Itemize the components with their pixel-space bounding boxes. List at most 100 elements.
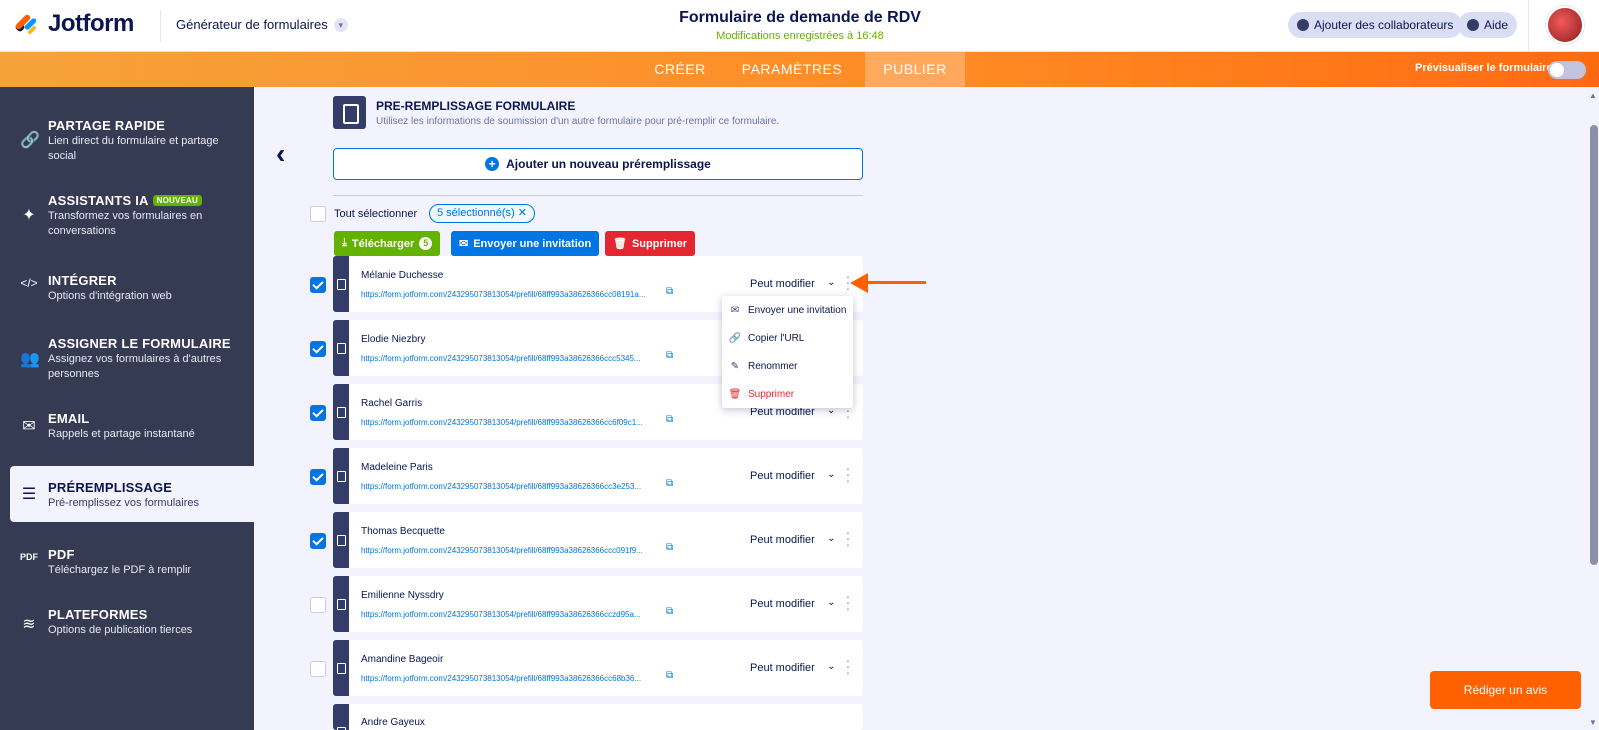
external-link-icon[interactable]: ⧉: [666, 414, 673, 425]
preview-label: Prévisualiser le formulaire: [1415, 62, 1553, 74]
sidebar-item-desc: Transformez vos formulaires en conversat…: [48, 210, 203, 237]
menu-item-copy-url[interactable]: 🔗 Copier l'URL: [722, 327, 853, 349]
pdf-icon: PDF: [20, 552, 38, 562]
prefill-name[interactable]: Rachel Garris: [361, 398, 422, 409]
prefill-name[interactable]: Thomas Becquette: [361, 526, 445, 537]
arrow-annotation: [866, 281, 926, 284]
builder-dropdown[interactable]: Générateur de formulaires ▾: [176, 17, 348, 32]
prefill-doc-icon: [333, 576, 349, 632]
prefill-name[interactable]: Elodie Niezbry: [361, 334, 425, 345]
user-icon: [1297, 19, 1309, 31]
row-checkbox[interactable]: [310, 341, 326, 357]
close-icon[interactable]: ✕: [518, 207, 527, 219]
prefill-url[interactable]: https://form.jotform.com/243295073813054…: [361, 290, 661, 299]
sidebar-item-embed[interactable]: </> INTÉGRER Options d'intégration web: [0, 262, 254, 312]
chevron-down-icon[interactable]: ⌄: [827, 597, 835, 608]
row-checkbox[interactable]: [310, 277, 326, 293]
mail-icon: ✉: [730, 304, 740, 316]
prefill-name[interactable]: Madeleine Paris: [361, 462, 433, 473]
prefill-url[interactable]: https://form.jotform.com/243295073813054…: [361, 610, 661, 619]
menu-item-rename[interactable]: ✎ Renommer: [722, 355, 853, 377]
menu-item-delete[interactable]: 🗑 Supprimer: [722, 383, 853, 405]
back-chevron-icon[interactable]: ‹: [276, 138, 285, 170]
prefill-doc-icon: [333, 448, 349, 504]
sidebar-item-quick-share[interactable]: 🔗 PARTAGE RAPIDE Lien direct du formulai…: [0, 108, 254, 168]
prefill-doc-icon: [333, 384, 349, 440]
top-header: Jotform Générateur de formulaires ▾ Form…: [0, 0, 1599, 52]
permission-dropdown[interactable]: Peut modifier: [750, 278, 815, 290]
sidebar-item-assign-form[interactable]: 👥 ASSIGNER LE FORMULAIRE Assignez vos fo…: [0, 325, 254, 385]
link-icon: 🔗: [728, 332, 742, 344]
chevron-down-icon[interactable]: ⌄: [827, 533, 835, 544]
more-options-icon[interactable]: ···: [845, 525, 851, 551]
row-checkbox[interactable]: [310, 597, 326, 613]
permission-dropdown[interactable]: Peut modifier: [750, 470, 815, 482]
select-all-checkbox[interactable]: [310, 206, 326, 222]
menu-item-send-invitation[interactable]: ✉ Envoyer une invitation: [722, 299, 853, 321]
users-icon: 👥: [20, 351, 40, 368]
external-link-icon[interactable]: ⧉: [666, 286, 673, 297]
scroll-up-icon[interactable]: ▲: [1589, 91, 1597, 100]
tab-create[interactable]: CRÉER: [638, 52, 722, 87]
prefill-name[interactable]: Emilienne Nyssdry: [361, 590, 444, 601]
permission-dropdown[interactable]: Peut modifier: [750, 534, 815, 546]
sidebar-item-platforms[interactable]: ≋ PLATEFORMES Options de publication tie…: [0, 600, 254, 650]
row-checkbox[interactable]: [310, 469, 326, 485]
scrollbar-thumb[interactable]: [1590, 125, 1598, 565]
prefill-name[interactable]: Mélanie Duchesse: [361, 270, 443, 281]
sidebar-item-pdf[interactable]: PDF PDF Téléchargez le PDF à remplir: [0, 536, 254, 586]
prefill-url[interactable]: https://form.jotform.com/243295073813054…: [361, 418, 661, 427]
scroll-down-icon[interactable]: ▼: [1589, 718, 1597, 727]
external-link-icon[interactable]: ⧉: [666, 670, 673, 681]
download-button[interactable]: ⤓ Télécharger 5: [334, 231, 441, 256]
sidebar-item-title: PRÉREMPLISSAGE: [48, 480, 173, 495]
chevron-down-icon: ▾: [333, 17, 348, 32]
add-prefill-button[interactable]: + Ajouter un nouveau préremplissage: [333, 148, 863, 180]
sidebar-item-ai-agents[interactable]: ✦ ASSISTANTS IA NOUVEAU Transformez vos f…: [0, 183, 254, 243]
sidebar-item-title: PARTAGE RAPIDE: [48, 118, 166, 133]
permission-dropdown[interactable]: Peut modifier: [750, 662, 815, 674]
prefill-url[interactable]: https://form.jotform.com/243295073813054…: [361, 546, 661, 555]
external-link-icon[interactable]: ⧉: [666, 542, 673, 553]
preview-toggle[interactable]: [1548, 61, 1586, 79]
trash-icon: 🗑: [728, 388, 742, 400]
send-invitation-button[interactable]: ✉ Envoyer une invitation: [451, 231, 600, 256]
chevron-down-icon[interactable]: ⌄: [827, 661, 835, 672]
external-link-icon[interactable]: ⧉: [666, 350, 673, 361]
add-collaborators-button[interactable]: Ajouter des collaborateurs: [1288, 12, 1463, 38]
prefill-name[interactable]: Amandine Bageoir: [361, 654, 443, 665]
external-link-icon[interactable]: ⧉: [666, 478, 673, 489]
list-item: Emilienne Nyssdry https://form.jotform.c…: [333, 576, 863, 632]
row-checkbox[interactable]: [310, 661, 326, 677]
delete-button[interactable]: 🗑 Supprimer: [605, 231, 695, 256]
tab-settings[interactable]: PARAMÈTRES: [730, 52, 854, 87]
sidebar-item-title: ASSISTANTS IA NOUVEAU: [48, 193, 202, 208]
help-button[interactable]: Aide: [1458, 12, 1518, 38]
row-checkbox[interactable]: [310, 533, 326, 549]
saved-status: Modifications enregistrées à 16:48: [716, 30, 884, 42]
form-title[interactable]: Formulaire de demande de RDV: [600, 9, 1000, 27]
more-options-icon[interactable]: ···: [845, 461, 851, 487]
prefill-url[interactable]: https://form.jotform.com/243295073813054…: [361, 354, 661, 363]
tab-publish[interactable]: PUBLIER: [865, 52, 965, 87]
prefill-url[interactable]: https://form.jotform.com/243295073813054…: [361, 674, 661, 683]
prefill-url[interactable]: https://form.jotform.com/243295073813054…: [361, 482, 661, 491]
sidebar-item-email[interactable]: ✉ EMAIL Rappels et partage instantané: [0, 400, 254, 450]
sidebar-item-title: PLATEFORMES: [48, 607, 148, 622]
permission-dropdown[interactable]: Peut modifier: [750, 598, 815, 610]
selected-count-chip[interactable]: 5 sélectionné(s) ✕: [429, 204, 535, 223]
chevron-down-icon[interactable]: ⌄: [827, 277, 835, 288]
prefill-name[interactable]: Andre Gayeux: [361, 717, 425, 728]
avatar[interactable]: [1546, 6, 1584, 44]
row-options-menu: ✉ Envoyer une invitation 🔗 Copier l'URL …: [722, 296, 853, 408]
more-options-icon[interactable]: ···: [845, 589, 851, 615]
external-link-icon[interactable]: ⧉: [666, 606, 673, 617]
divider: [333, 195, 863, 196]
write-review-button[interactable]: Rédiger un avis: [1430, 671, 1581, 709]
chevron-down-icon[interactable]: ⌄: [827, 469, 835, 480]
jotform-logo[interactable]: Jotform: [14, 10, 134, 38]
row-checkbox[interactable]: [310, 405, 326, 421]
sidebar-item-prefill[interactable]: ☰ PRÉREMPLISSAGE Pré-remplissez vos form…: [10, 466, 254, 522]
more-options-icon[interactable]: ···: [845, 653, 851, 679]
sparkle-icon: ✦: [22, 207, 36, 224]
